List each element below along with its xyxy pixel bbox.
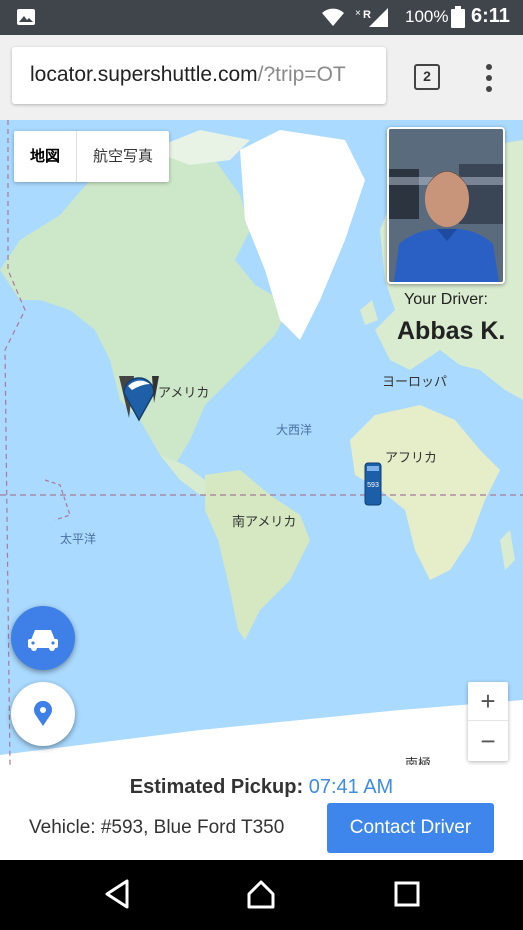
- label-atlantic: 大西洋: [276, 423, 313, 437]
- map-type-toggle: 地図 航空写真: [14, 131, 170, 182]
- system-nav-bar: [0, 860, 523, 930]
- vehicle-marker-number: 593: [367, 482, 379, 489]
- back-icon[interactable]: [103, 878, 131, 910]
- wifi-icon: [322, 8, 344, 26]
- clock: 6:11: [471, 5, 510, 27]
- url-path: /?trip=OT: [257, 63, 346, 86]
- zoom-controls: + −: [468, 682, 508, 761]
- signal-icon: × R: [355, 8, 388, 27]
- battery-percent: 100%: [405, 7, 449, 26]
- driver-caption: Your Driver:: [404, 291, 488, 308]
- map[interactable]: 地図 航空写真 アメリカ ヨーロッパ 大西洋 アフリカ 南アメリカ 太平洋 南極…: [0, 120, 523, 765]
- driver-photo: [387, 127, 505, 284]
- label-south-america: 南アメリカ: [232, 514, 297, 529]
- eta-label: Estimated Pickup:: [129, 776, 304, 798]
- car-icon: [28, 630, 58, 651]
- eta-time: 07:41 AM: [308, 776, 394, 798]
- label-america: アメリカ: [158, 385, 210, 400]
- signal-letter: R: [363, 9, 371, 21]
- vehicle-location-button[interactable]: [11, 606, 75, 670]
- battery-icon: [451, 6, 465, 28]
- label-antarctica: 南極: [405, 756, 432, 765]
- pickup-pin-icon[interactable]: [114, 368, 164, 423]
- vehicle-marker-icon[interactable]: 593: [364, 462, 382, 506]
- url-host: locator.supershuttle.com: [30, 63, 258, 86]
- location-pin-icon: [34, 700, 53, 726]
- label-africa: アフリカ: [385, 450, 438, 465]
- home-icon[interactable]: [245, 878, 277, 910]
- satellite-view-option[interactable]: 航空写真: [77, 131, 169, 182]
- url-bar[interactable]: locator.supershuttle.com/?trip=OT: [12, 47, 386, 104]
- browser-toolbar: locator.supershuttle.com/?trip=OT 2: [0, 35, 523, 120]
- pickup-location-button[interactable]: [11, 682, 75, 746]
- zoom-out-button[interactable]: −: [468, 722, 508, 761]
- map-view-option[interactable]: 地図: [14, 131, 78, 182]
- overflow-menu-icon[interactable]: [484, 63, 494, 93]
- estimated-pickup: Estimated Pickup: 07:41 AM: [0, 776, 523, 799]
- svg-text:×: ×: [355, 8, 361, 19]
- label-europe: ヨーロッパ: [382, 374, 448, 389]
- trip-info-panel: Estimated Pickup: 07:41 AM Vehicle: #593…: [0, 765, 523, 860]
- photo-icon: [17, 9, 35, 25]
- driver-name: Abbas K.: [397, 317, 506, 345]
- recents-icon[interactable]: [393, 878, 421, 910]
- zoom-in-button[interactable]: +: [468, 682, 508, 721]
- status-bar: × R 100% 6:11: [0, 0, 523, 35]
- url-text: locator.supershuttle.com/?trip=OT: [30, 63, 346, 87]
- vehicle-info: Vehicle: #593, Blue Ford T350: [29, 817, 285, 838]
- label-pacific: 太平洋: [60, 532, 97, 546]
- contact-driver-button[interactable]: Contact Driver: [327, 803, 494, 853]
- tab-switcher-button[interactable]: 2: [414, 64, 440, 90]
